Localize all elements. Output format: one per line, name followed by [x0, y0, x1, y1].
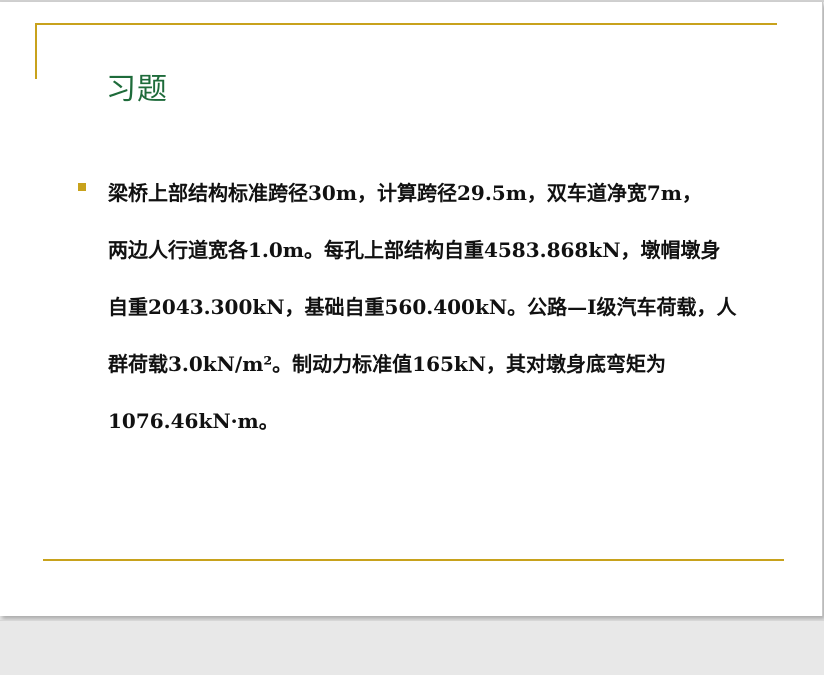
- bullet-text[interactable]: 梁桥上部结构标准跨径30m，计算跨径29.5m，双车道净宽7m， 两边人行道宽各…: [108, 165, 760, 450]
- bottom-accent-rule: [43, 559, 784, 561]
- left-accent-rule: [35, 23, 37, 79]
- presentation-viewport: 习题 梁桥上部结构标准跨径30m，计算跨径29.5m，双车道净宽7m， 两边人行…: [0, 0, 824, 675]
- slide-canvas[interactable]: 习题 梁桥上部结构标准跨径30m，计算跨径29.5m，双车道净宽7m， 两边人行…: [0, 2, 823, 616]
- body-line-4: 群荷载3.0kN/m²。制动力标准值165kN，其对墩身底弯矩为: [108, 352, 667, 376]
- top-accent-rule: [35, 23, 777, 25]
- body-line-3: 自重2043.300kN，基础自重560.400kN。公路—I级汽车荷载，人: [108, 295, 737, 319]
- bottom-pane: [0, 620, 824, 675]
- body-line-1: 梁桥上部结构标准跨径30m，计算跨径29.5m，双车道净宽7m，: [108, 181, 702, 205]
- slide-title[interactable]: 习题: [106, 70, 168, 110]
- body-line-5: 1076.46kN·m。: [108, 409, 279, 433]
- square-bullet-icon: [78, 183, 86, 191]
- body-line-2: 两边人行道宽各1.0m。每孔上部结构自重4583.868kN，墩帽墩身: [108, 238, 721, 262]
